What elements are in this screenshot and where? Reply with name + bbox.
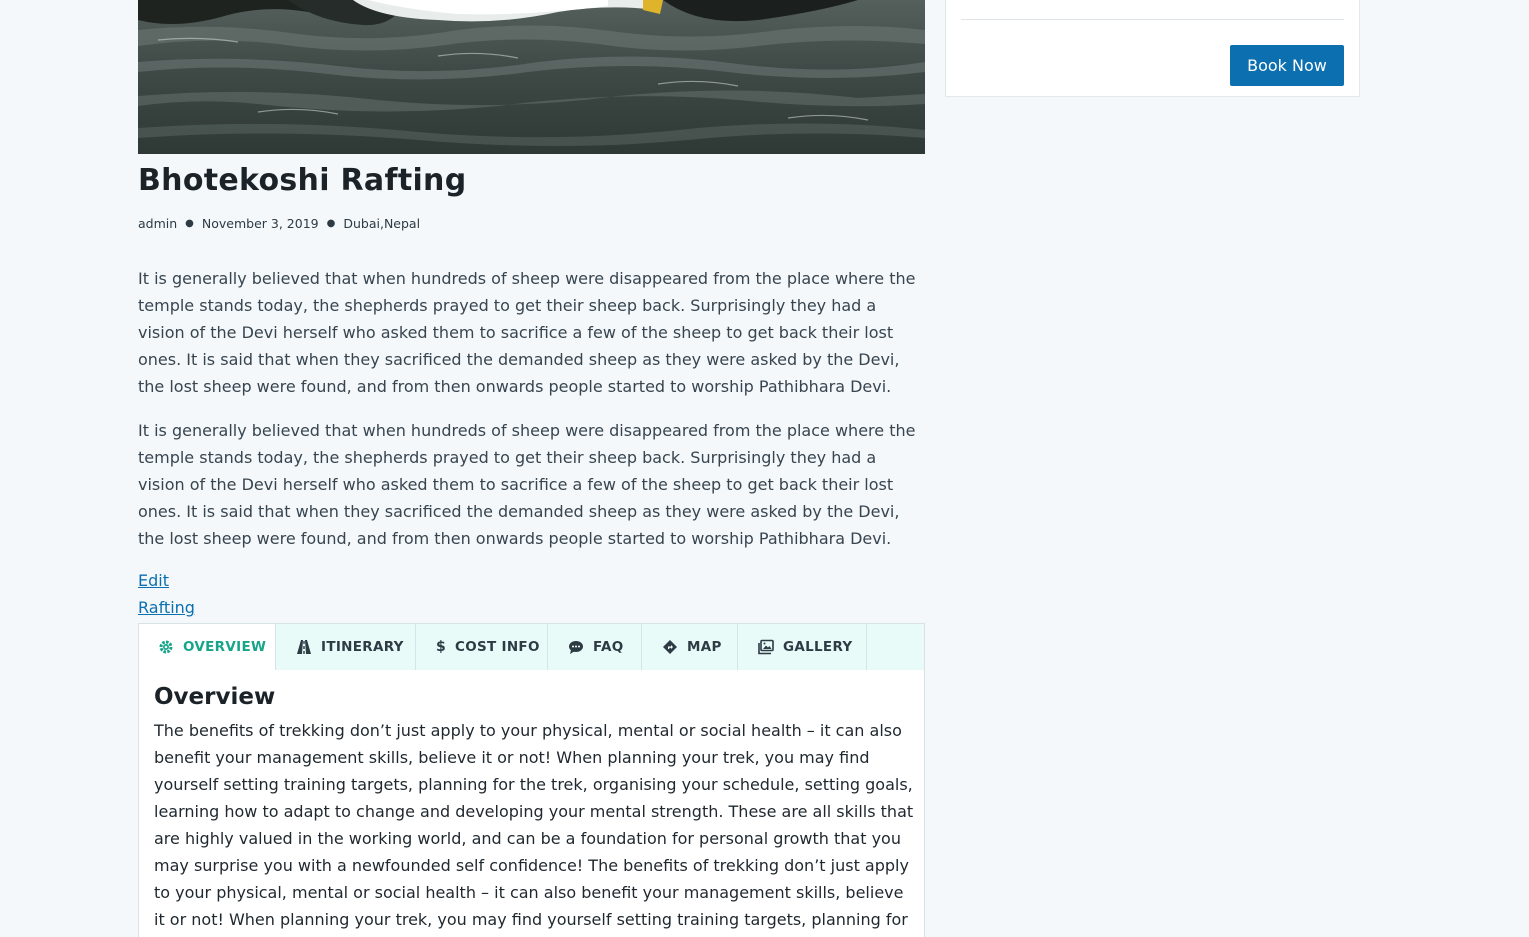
post-author[interactable]: admin — [138, 216, 177, 231]
post-paragraph: It is generally believed that when hundr… — [138, 269, 916, 396]
tab-label: FAQ — [593, 639, 624, 655]
tab-label: ITINERARY — [321, 639, 404, 655]
road-icon — [296, 639, 312, 655]
tab-label: GALLERY — [783, 639, 853, 655]
post-paragraph: It is generally believed that when hundr… — [138, 421, 916, 548]
post-locations[interactable]: Dubai,Nepal — [343, 216, 420, 231]
directions-icon — [662, 639, 678, 655]
tab-cost-info[interactable]: $ COST INFO — [416, 624, 548, 670]
post-title: Bhotekoshi Rafting — [138, 163, 467, 198]
overview-text: The benefits of trekking don’t just appl… — [154, 721, 914, 929]
hero-image — [138, 0, 925, 154]
card-divider — [961, 19, 1344, 20]
comment-icon — [568, 639, 584, 655]
tab-map[interactable]: MAP — [642, 624, 738, 670]
tab-gallery[interactable]: GALLERY — [738, 624, 867, 670]
tab-label: COST INFO — [455, 639, 540, 655]
dollar-icon: $ — [436, 639, 447, 655]
tab-label: MAP — [687, 639, 722, 655]
edit-link[interactable]: Edit — [138, 571, 169, 590]
tab-overview[interactable]: OVERVIEW — [139, 624, 276, 670]
overview-heading: Overview — [154, 684, 276, 710]
category-link[interactable]: Rafting — [138, 598, 195, 617]
booking-card: Book Now — [945, 0, 1360, 97]
post-meta: admin ● November 3, 2019 ● Dubai,Nepal — [138, 216, 420, 231]
tab-faq[interactable]: FAQ — [548, 624, 642, 670]
post-date: November 3, 2019 — [201, 216, 319, 231]
images-icon — [758, 639, 774, 655]
tab-label: OVERVIEW — [183, 639, 267, 655]
book-now-button[interactable]: Book Now — [1230, 45, 1344, 86]
tab-itinerary[interactable]: ITINERARY — [276, 624, 416, 670]
meta-separator: ● — [185, 218, 194, 229]
page: Book Now Bhotekoshi Rafting admin ● Nove… — [0, 0, 1529, 937]
overview-panel: Overview The benefits of trekking don’t … — [138, 670, 925, 937]
gear-icon — [158, 639, 174, 655]
meta-separator: ● — [326, 218, 336, 229]
trip-tabs: OVERVIEW ITINERARY $ COST INFO FAQ MAP G… — [138, 623, 925, 671]
